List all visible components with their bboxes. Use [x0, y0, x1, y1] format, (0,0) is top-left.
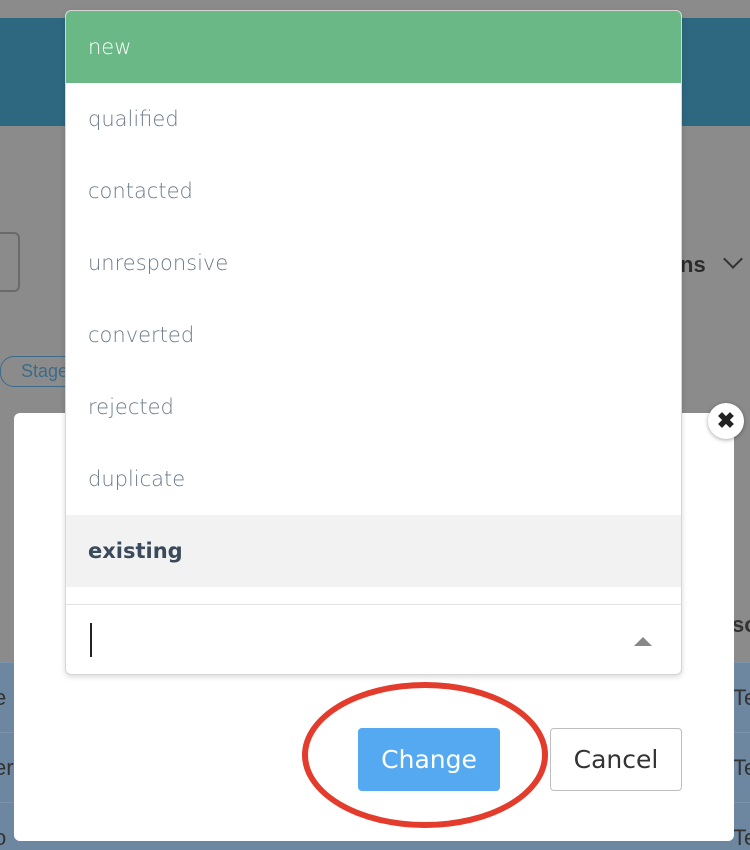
dropdown-divider: [66, 587, 681, 605]
chevron-down-icon: [723, 249, 743, 269]
background-column-header: so: [732, 612, 750, 637]
stage-dropdown: new qualified contacted unresponsive con…: [65, 10, 682, 675]
table-cell: Te: [733, 755, 750, 780]
dropdown-option-existing[interactable]: existing: [66, 515, 681, 587]
table-cell: o: [0, 825, 7, 850]
dropdown-option-converted[interactable]: converted: [66, 299, 681, 371]
dropdown-option-duplicate[interactable]: duplicate: [66, 443, 681, 515]
background-input-box: [0, 232, 20, 292]
dropdown-option-contacted[interactable]: contacted: [66, 155, 681, 227]
table-cell: e: [0, 685, 7, 710]
dropdown-search-row: [66, 605, 681, 674]
dropdown-option-qualified[interactable]: qualified: [66, 83, 681, 155]
table-cell: Te: [733, 825, 750, 850]
dropdown-option-rejected[interactable]: rejected: [66, 371, 681, 443]
dropdown-search-input[interactable]: [88, 623, 628, 657]
table-cell: Te: [733, 685, 750, 710]
text-cursor: [90, 623, 92, 657]
dropdown-option-unresponsive[interactable]: unresponsive: [66, 227, 681, 299]
chevron-up-icon[interactable]: [634, 637, 652, 646]
close-icon[interactable]: ✖: [708, 403, 744, 439]
dropdown-option-new[interactable]: new: [66, 11, 681, 83]
table-cell: er: [0, 755, 14, 780]
cancel-button[interactable]: Cancel: [550, 728, 682, 791]
background-columns-text: ns: [680, 252, 706, 277]
annotation-circle: [302, 682, 548, 828]
